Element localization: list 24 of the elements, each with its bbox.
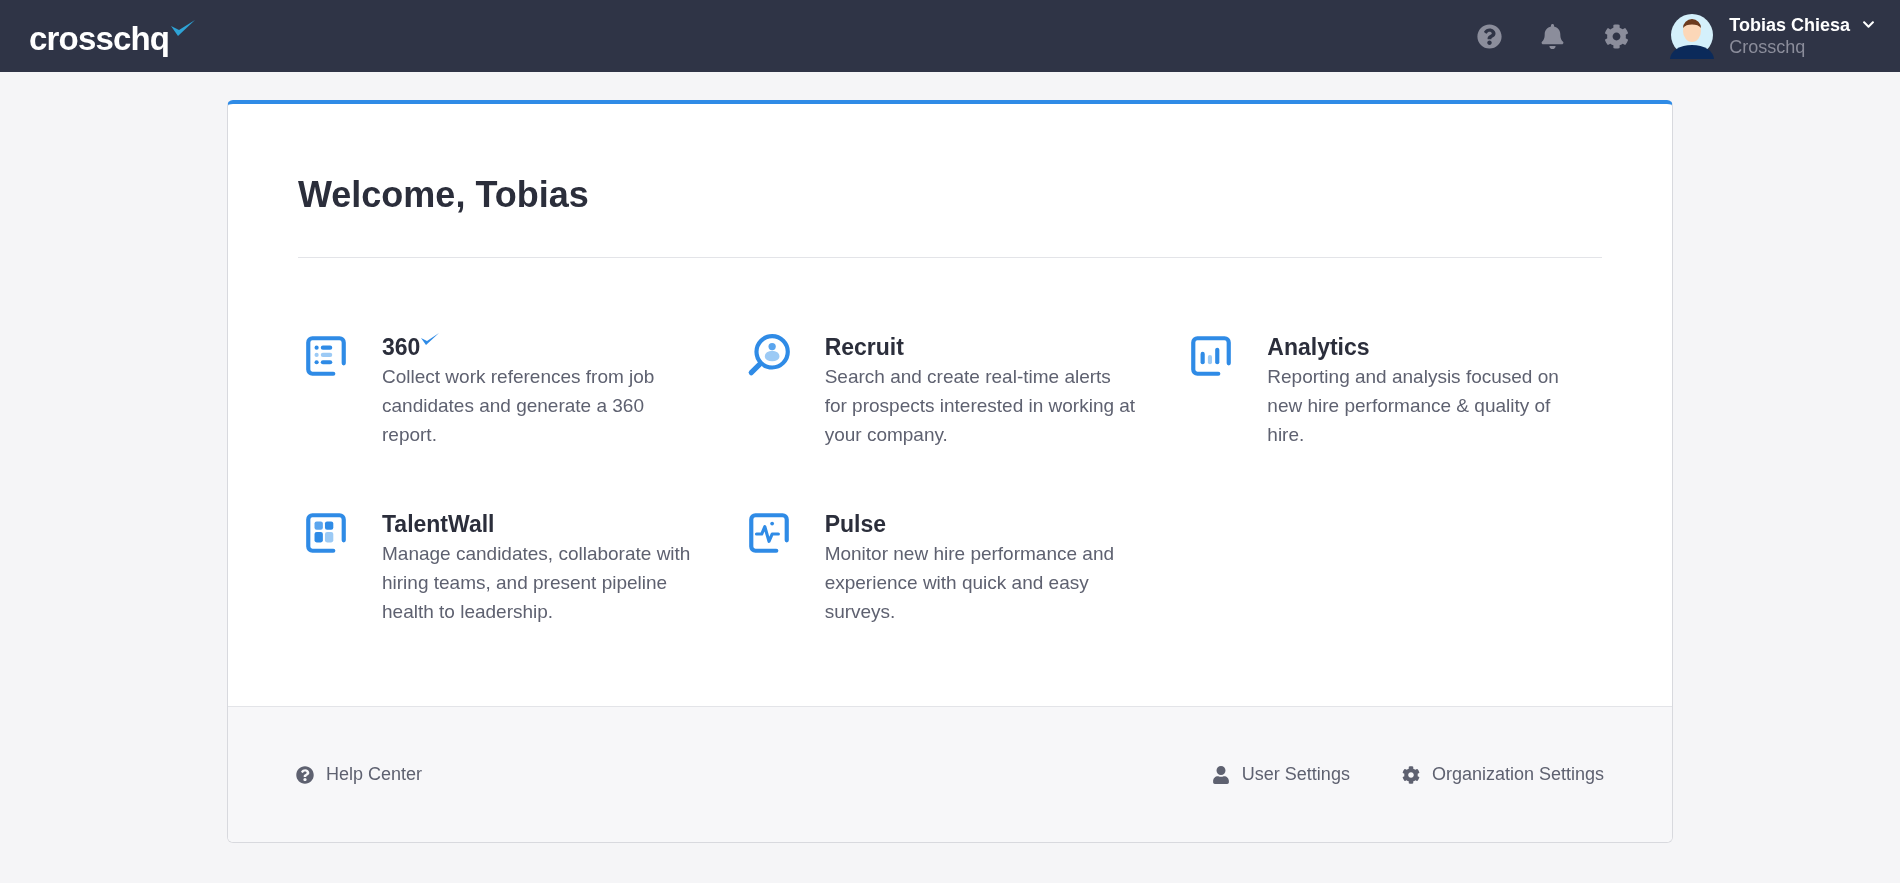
welcome-heading: Welcome, Tobias	[298, 173, 590, 217]
settings-icon	[1401, 765, 1420, 784]
footer-link[interactable]: Organization Settings	[1431, 761, 1604, 788]
product-title[interactable]: Analytics	[1267, 332, 1370, 362]
user-icon	[1211, 765, 1230, 784]
avatar-silhouette	[1669, 13, 1716, 59]
notification-bell-icon[interactable]	[1541, 23, 1565, 49]
product-description: Reporting and analysis focused on new hire performance & quality of hire.	[1267, 365, 1560, 447]
user-name[interactable]: Tobias Chiesa	[1729, 13, 1850, 36]
product-title[interactable]: 360	[382, 332, 421, 362]
product-description: Monitor new hire performance and experience with quick and easy surveys.	[824, 542, 1116, 624]
help-icon	[296, 765, 314, 784]
product-title[interactable]: Pulse	[824, 509, 887, 539]
footer-link[interactable]: User Settings	[1241, 761, 1350, 788]
product-description: Manage candidates, collaborate with hiring teams, and present pipeline health to leadership.	[382, 542, 692, 624]
product-title[interactable]: Recruit	[824, 332, 904, 362]
settings-icon[interactable]	[1604, 23, 1630, 49]
product-description: Search and create real-time alerts for prospects interested in working at your company.	[824, 365, 1137, 447]
product-description: Collect work references from job candidates and generate a 360 report.	[382, 365, 656, 447]
product-title[interactable]: TalentWall	[382, 509, 495, 539]
footer-link[interactable]: Help Center	[326, 761, 423, 788]
organization-name: Crosschq	[1729, 36, 1807, 59]
help-icon[interactable]	[1477, 23, 1503, 49]
logo-text[interactable]: crosschq	[29, 17, 170, 55]
